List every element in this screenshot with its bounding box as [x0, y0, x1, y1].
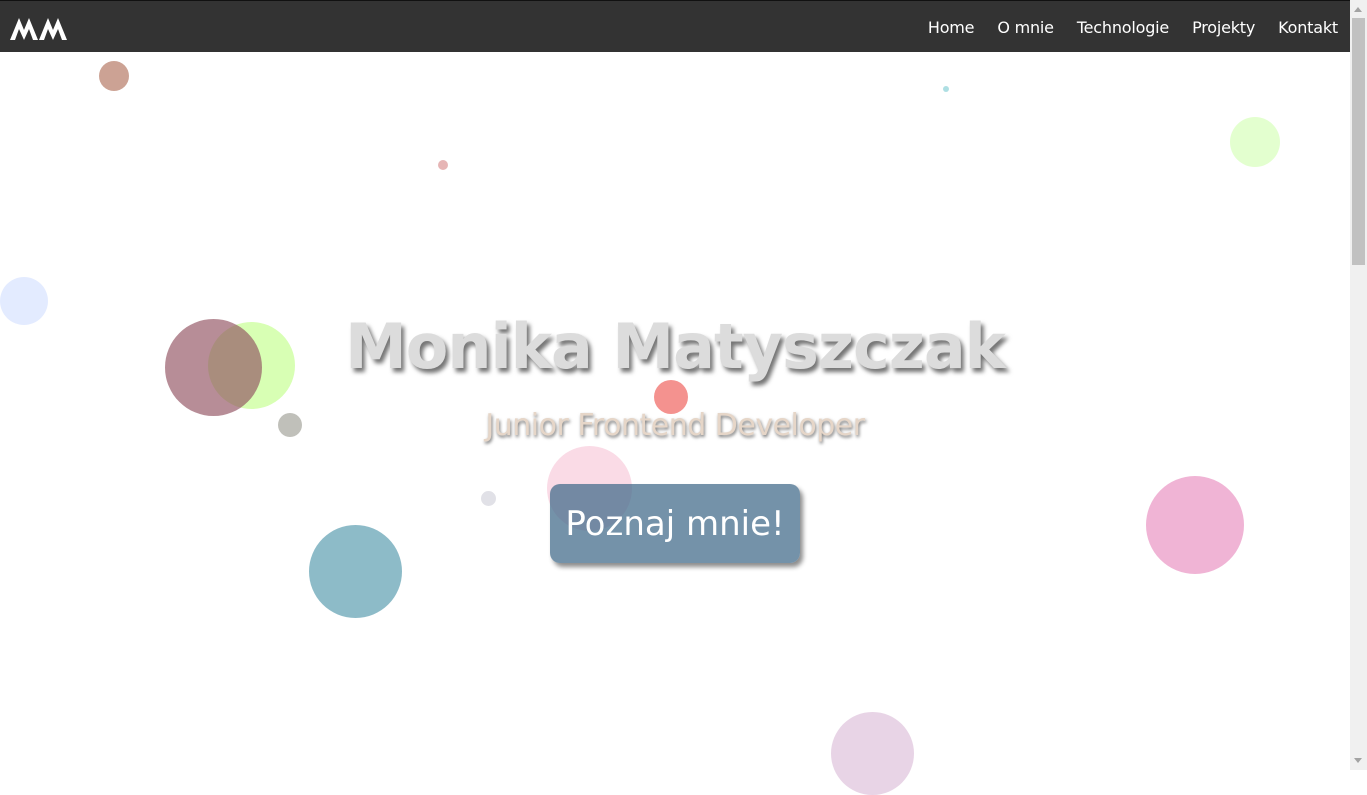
decorative-bubble: [943, 86, 949, 92]
nav-link-technologie[interactable]: Technologie: [1077, 18, 1169, 37]
nav-link-kontakt[interactable]: Kontakt: [1278, 18, 1338, 37]
scrollbar-thumb[interactable]: [1352, 18, 1365, 265]
decorative-bubble: [309, 525, 402, 618]
nav-link-home[interactable]: Home: [928, 18, 975, 37]
hero-name: Monika Matyszczak: [345, 310, 1006, 383]
mm-logo-icon: [10, 18, 67, 40]
decorative-bubble: [481, 491, 496, 506]
poznaj-mnie-button[interactable]: Poznaj mnie!: [550, 484, 800, 563]
nav-link-o-mnie[interactable]: O mnie: [997, 18, 1054, 37]
top-navbar: Home O mnie Technologie Projekty Kontakt: [0, 0, 1350, 52]
main-nav: Home O mnie Technologie Projekty Kontakt: [905, 1, 1338, 53]
decorative-bubble: [1146, 476, 1244, 574]
logo[interactable]: [10, 15, 68, 41]
scroll-up-arrow-icon[interactable]: [1354, 7, 1362, 12]
decorative-bubble: [831, 712, 914, 795]
decorative-bubble: [99, 61, 129, 91]
decorative-bubble: [1230, 117, 1280, 167]
decorative-bubble: [438, 160, 448, 170]
scroll-down-arrow-icon[interactable]: [1354, 758, 1362, 763]
nav-link-projekty[interactable]: Projekty: [1192, 18, 1255, 37]
decorative-bubble: [654, 380, 688, 414]
vertical-scrollbar[interactable]: [1350, 0, 1367, 770]
